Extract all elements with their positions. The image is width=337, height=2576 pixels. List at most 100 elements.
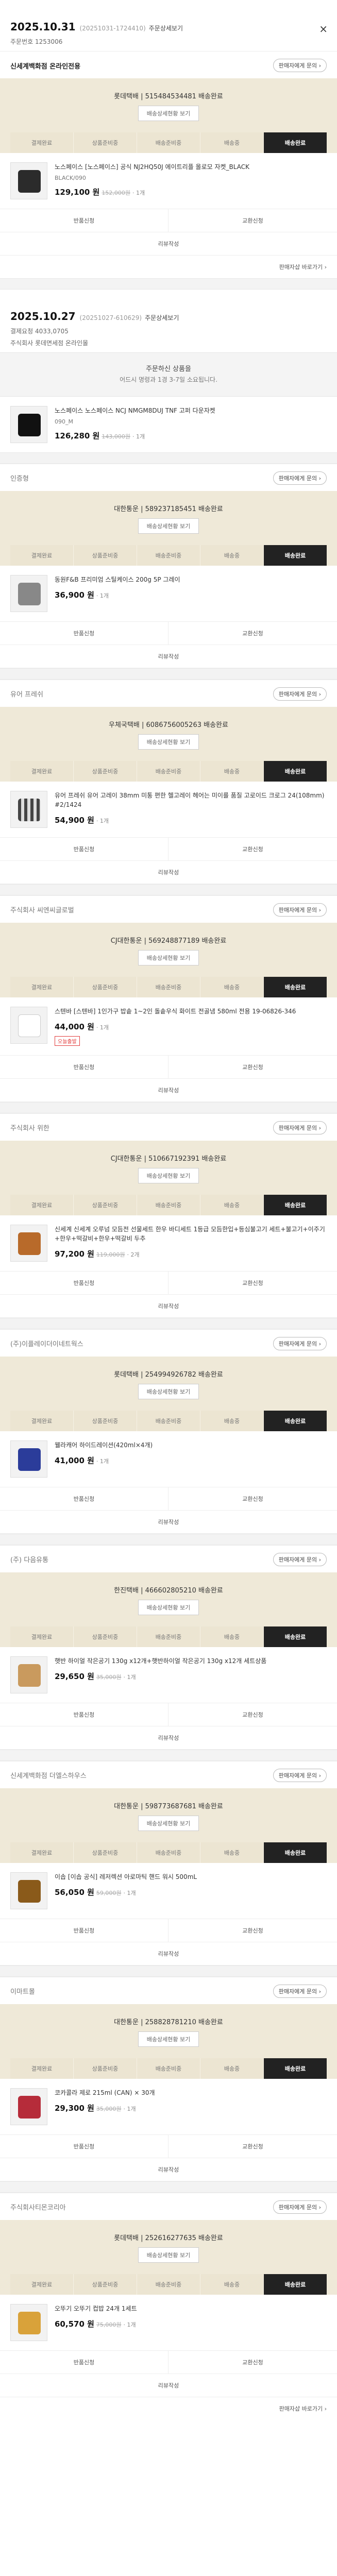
ask-seller-button[interactable]: 판매자에게 문의 › xyxy=(273,59,327,72)
order-item[interactable]: 스텐바 [스텐바] 1인가구 밥솥 1~2인 돌솥우식 화이트 전골냄 580m… xyxy=(0,997,337,1055)
exchange-request-button[interactable]: 교환신청 xyxy=(168,2135,337,2158)
order-item[interactable]: 웰라캐어 하이드레이션(420ml×4개) 41,000 원 · 1개 xyxy=(0,1431,337,1487)
return-request-button[interactable]: 반품신청 xyxy=(0,1487,168,1511)
product-name[interactable]: 노스페이스 노스페이스 NCJ NMGM8DUJ TNF 고퍼 다운자켓 xyxy=(55,406,327,415)
return-request-button[interactable]: 반품신청 xyxy=(0,1919,168,1942)
ask-seller-button[interactable]: 판매자에게 문의 › xyxy=(273,1768,327,1782)
product-name[interactable]: 코카콜라 제로 215ml (CAN) × 30개 xyxy=(55,2088,327,2097)
return-request-button[interactable]: 반품신청 xyxy=(0,1055,168,1079)
return-request-button[interactable]: 반품신청 xyxy=(0,621,168,645)
product-thumbnail[interactable] xyxy=(10,2303,47,2341)
product-name[interactable]: 오뚜기 오뚜기 컵밥 24개 1세트 xyxy=(55,2304,327,2313)
seller-name: 주식회사 씨엔씨글로벌 xyxy=(10,907,74,915)
write-review-button[interactable]: 리뷰작성 xyxy=(0,1511,337,1534)
write-review-button[interactable]: 리뷰작성 xyxy=(0,645,337,668)
shipping-detail-button[interactable]: 배송상세현황 보기 xyxy=(138,1383,199,1399)
write-review-button[interactable]: 리뷰작성 xyxy=(0,1079,337,1102)
write-review-button[interactable]: 리뷰작성 xyxy=(0,1295,337,1318)
seller-block: (주)이플레이더이네트웍스 판매자에게 문의 › 롯데택배 | 25499492… xyxy=(0,1329,337,1534)
return-request-button[interactable]: 반품신청 xyxy=(0,1703,168,1726)
order-date-row: 2025.10.31 (20251031-1724410) 주문상세보기 xyxy=(10,21,327,33)
product-thumbnail[interactable] xyxy=(10,1224,47,1262)
seller-shop-link[interactable]: 판매자샵 바로가기 › xyxy=(0,2397,337,2420)
ask-seller-button[interactable]: 판매자에게 문의 › xyxy=(273,471,327,485)
order-item[interactable]: 오뚜기 오뚜기 컵밥 24개 1세트 60,570 원 75,000원 · 1개 xyxy=(0,2294,337,2350)
exchange-request-button[interactable]: 교환신청 xyxy=(168,1703,337,1726)
shipping-detail-button[interactable]: 배송상세현황 보기 xyxy=(138,106,199,121)
return-request-button[interactable]: 반품신청 xyxy=(0,1271,168,1295)
product-thumbnail[interactable] xyxy=(10,574,47,612)
shipping-detail-button[interactable]: 배송상세현황 보기 xyxy=(138,1599,199,1615)
shipping-detail-button[interactable]: 배송상세현황 보기 xyxy=(138,950,199,965)
write-review-button[interactable]: 리뷰작성 xyxy=(0,2374,337,2397)
order-item[interactable]: 동원F&B 프리미엄 스틸케이스 200g 5P 그레이 36,900 원 · 1… xyxy=(0,565,337,621)
quantity: · 1개 xyxy=(132,190,145,196)
product-name[interactable]: 노스페이스 [노스페이스] 공식 NJ2HQ50J 에이트리플 올로모 자켓_B… xyxy=(55,162,327,172)
product-price: 36,900 원 xyxy=(55,590,94,600)
close-icon[interactable]: × xyxy=(319,23,328,35)
product-name[interactable]: 유어 프레쉬 유어 고레이 38mm 미통 편한 헬고레이 헤어는 미이를 품질… xyxy=(55,791,327,809)
exchange-request-button[interactable]: 교환신청 xyxy=(168,1056,337,1079)
return-request-button[interactable]: 반품신청 xyxy=(0,209,168,232)
product-name[interactable]: 웰라캐어 하이드레이션(420ml×4개) xyxy=(55,1440,327,1450)
quantity: · 1개 xyxy=(123,1889,136,1896)
shipping-detail-button[interactable]: 배송상세현황 보기 xyxy=(138,518,199,534)
product-thumbnail[interactable] xyxy=(10,790,47,828)
product-image xyxy=(18,1014,41,1037)
exchange-request-button[interactable]: 교환신청 xyxy=(168,1919,337,1942)
order-item[interactable]: 햇반 하이얼 작은공기 130g x12개+햇반하이얼 작은공기 130g x1… xyxy=(0,1647,337,1703)
return-request-button[interactable]: 반품신청 xyxy=(0,2134,168,2158)
order-item[interactable]: 유어 프레쉬 유어 고레이 38mm 미통 편한 헬고레이 헤어는 미이를 품질… xyxy=(0,781,337,837)
step-preparing: 상품준비중 xyxy=(73,1410,137,1431)
order-item[interactable]: 노스페이스 [노스페이스] 공식 NJ2HQ50J 에이트리플 올로모 자켓_B… xyxy=(0,153,337,209)
ask-seller-button[interactable]: 판매자에게 문의 › xyxy=(273,1984,327,1998)
exchange-request-button[interactable]: 교환신청 xyxy=(168,2351,337,2374)
order-item[interactable]: 코카콜라 제로 215ml (CAN) × 30개 29,300 원 35,000… xyxy=(0,2078,337,2134)
exchange-request-button[interactable]: 교환신청 xyxy=(168,622,337,645)
exchange-request-button[interactable]: 교환신청 xyxy=(168,1487,337,1511)
order-item[interactable]: 노스페이스 노스페이스 NCJ NMGM8DUJ TNF 고퍼 다운자켓 090… xyxy=(0,396,337,452)
product-thumbnail[interactable] xyxy=(10,1440,47,1478)
exchange-request-button[interactable]: 교환신청 xyxy=(168,1272,337,1295)
shipping-status: 롯데택배 | 252616277635 배송완료 배송상세현황 보기 결제완료 … xyxy=(0,2219,337,2295)
product-name[interactable]: 이솝 [이솝 공식] 레저렉션 아로마틱 핸드 워시 500mL xyxy=(55,1872,327,1882)
ask-seller-button[interactable]: 판매자에게 문의 › xyxy=(273,687,327,701)
return-request-button[interactable]: 반품신청 xyxy=(0,837,168,861)
exchange-request-button[interactable]: 교환신청 xyxy=(168,209,337,232)
shipping-detail-button[interactable]: 배송상세현황 보기 xyxy=(138,2031,199,2047)
write-review-button[interactable]: 리뷰작성 xyxy=(0,232,337,256)
write-review-button[interactable]: 리뷰작성 xyxy=(0,861,337,884)
ask-seller-button[interactable]: 판매자에게 문의 › xyxy=(273,1121,327,1134)
order-item[interactable]: 신세계 신세계 오루넘 모듬전 선물세트 한우 바디세트 1등급 모듬한입+등심… xyxy=(0,1215,337,1271)
ask-seller-button[interactable]: 판매자에게 문의 › xyxy=(273,903,327,917)
seller-shop-link[interactable]: 판매자샵 바로가기 › xyxy=(0,256,337,278)
write-review-button[interactable]: 리뷰작성 xyxy=(0,1942,337,1965)
product-name[interactable]: 신세계 신세계 오루넘 모듬전 선물세트 한우 바디세트 1등급 모듬한입+등심… xyxy=(55,1225,327,1243)
exchange-request-button[interactable]: 교환신청 xyxy=(168,838,337,861)
product-thumbnail[interactable] xyxy=(10,1656,47,1693)
shipping-detail-button[interactable]: 배송상세현황 보기 xyxy=(138,2247,199,2263)
order-item[interactable]: 이솝 [이솝 공식] 레저렉션 아로마틱 핸드 워시 500mL 56,050 … xyxy=(0,1862,337,1919)
shipping-detail-button[interactable]: 배송상세현황 보기 xyxy=(138,734,199,750)
step-delivered: 배송완료 xyxy=(263,1410,327,1431)
order-detail-link[interactable]: 주문상세보기 xyxy=(145,314,179,321)
return-request-button[interactable]: 반품신청 xyxy=(0,2350,168,2374)
order-detail-link[interactable]: 주문상세보기 xyxy=(149,25,183,32)
product-name[interactable]: 동원F&B 프리미엄 스틸케이스 200g 5P 그레이 xyxy=(55,575,327,584)
ask-seller-button[interactable]: 판매자에게 문의 › xyxy=(273,2200,327,2214)
write-review-button[interactable]: 리뷰작성 xyxy=(0,1726,337,1750)
ask-seller-button[interactable]: 판매자에게 문의 › xyxy=(273,1552,327,1566)
product-name[interactable]: 스텐바 [스텐바] 1인가구 밥솥 1~2인 돌솥우식 화이트 전골냄 580m… xyxy=(55,1007,327,1016)
ask-seller-button[interactable]: 판매자에게 문의 › xyxy=(273,1336,327,1350)
product-thumbnail[interactable] xyxy=(10,162,47,199)
product-thumbnail[interactable] xyxy=(10,2088,47,2125)
product-thumbnail[interactable] xyxy=(10,1006,47,1044)
product-thumbnail[interactable] xyxy=(10,405,47,443)
step-delivered: 배송완료 xyxy=(263,760,327,782)
shipping-detail-button[interactable]: 배송상세현황 보기 xyxy=(138,1167,199,1183)
product-thumbnail[interactable] xyxy=(10,1872,47,1909)
write-review-button[interactable]: 리뷰작성 xyxy=(0,2158,337,2181)
shipping-detail-button[interactable]: 배송상세현황 보기 xyxy=(138,1815,199,1831)
step-preparing: 상품준비중 xyxy=(73,545,137,566)
product-name[interactable]: 햇반 하이얼 작은공기 130g x12개+햇반하이얼 작은공기 130g x1… xyxy=(55,1656,327,1666)
